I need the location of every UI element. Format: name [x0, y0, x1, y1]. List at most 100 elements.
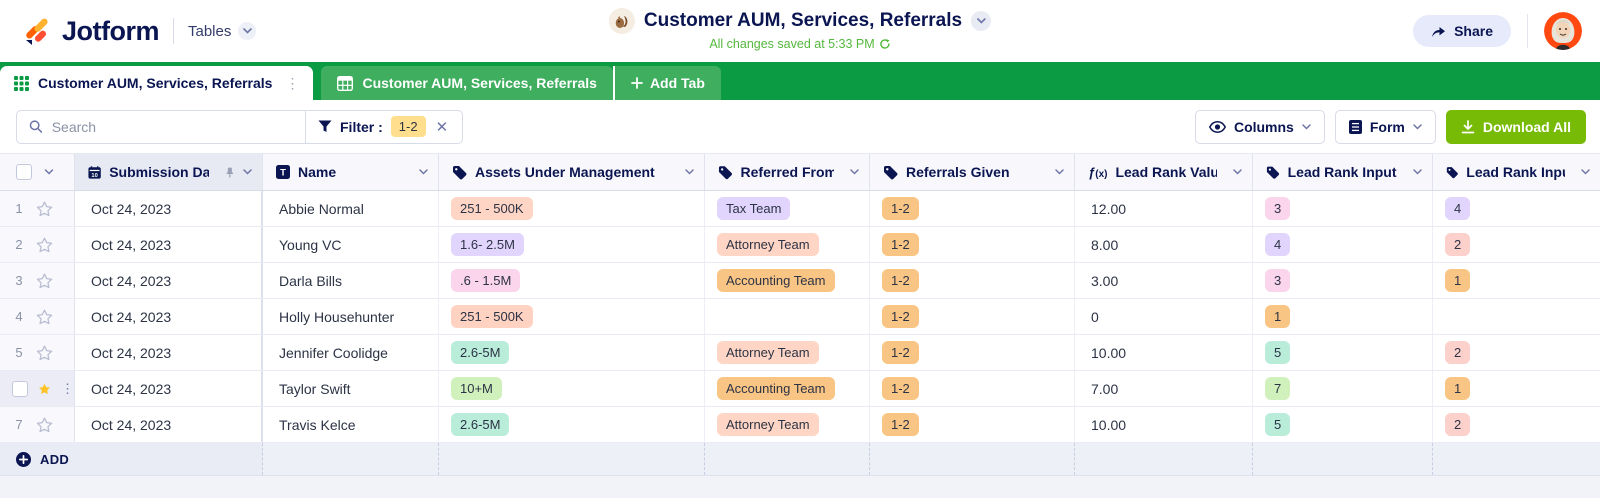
- row-handle[interactable]: 3 ⋮: [0, 263, 75, 298]
- tab-active[interactable]: Customer AUM, Services, Referrals ⋮: [0, 66, 313, 100]
- column-header-name[interactable]: T Name: [263, 154, 439, 190]
- cell-submission-date[interactable]: Oct 24, 2023: [75, 299, 263, 334]
- chevron-down-icon[interactable]: [243, 169, 252, 175]
- cell-aum[interactable]: 2.6-5M: [439, 407, 705, 442]
- chevron-down-icon[interactable]: [419, 169, 428, 175]
- tab-second[interactable]: Customer AUM, Services, Referrals: [321, 66, 612, 100]
- row-handle[interactable]: 4 ⋮: [0, 299, 75, 334]
- cell-submission-date[interactable]: Oct 24, 2023: [75, 263, 263, 298]
- cell-referrals-given[interactable]: 1-2: [870, 227, 1075, 262]
- cell-lead-rank-input-2[interactable]: 1: [1433, 263, 1600, 298]
- cell-aum[interactable]: .6 - 1.5M: [439, 263, 705, 298]
- star-filled-icon[interactable]: [38, 381, 51, 397]
- cell-lead-rank-value[interactable]: 10.00: [1075, 407, 1253, 442]
- refresh-icon[interactable]: [879, 38, 891, 50]
- columns-button[interactable]: Columns: [1195, 110, 1325, 144]
- cell-lead-rank-input-2[interactable]: 1: [1433, 371, 1600, 406]
- cell-submission-date[interactable]: Oct 24, 2023: [75, 335, 263, 370]
- cell-name[interactable]: Holly Househunter: [263, 299, 439, 334]
- cell-name[interactable]: Travis Kelce: [263, 407, 439, 442]
- cell-submission-date[interactable]: Oct 24, 2023: [75, 407, 263, 442]
- tab-kebab-icon[interactable]: ⋮: [281, 75, 303, 92]
- cell-referred-from[interactable]: Accounting Team: [705, 371, 870, 406]
- download-all-button[interactable]: Download All: [1446, 110, 1586, 144]
- cell-referred-from[interactable]: Attorney Team: [705, 227, 870, 262]
- add-row-button[interactable]: ADD: [0, 443, 263, 475]
- select-all-checkbox[interactable]: [16, 164, 32, 180]
- search-input[interactable]: [52, 119, 293, 135]
- cell-aum[interactable]: 10+M: [439, 371, 705, 406]
- cell-referred-from[interactable]: Accounting Team: [705, 263, 870, 298]
- cell-lead-rank-input-1[interactable]: 3: [1253, 263, 1433, 298]
- row-kebab-icon[interactable]: ⋮: [61, 381, 74, 397]
- cell-referred-from[interactable]: [705, 299, 870, 334]
- cell-referrals-given[interactable]: 1-2: [870, 407, 1075, 442]
- jotform-logo[interactable]: Jotform: [22, 16, 159, 47]
- row-handle[interactable]: 2 ⋮: [0, 227, 75, 262]
- cell-lead-rank-input-2[interactable]: 2: [1433, 227, 1600, 262]
- tables-menu-button[interactable]: Tables: [188, 22, 256, 40]
- add-tab-button[interactable]: Add Tab: [613, 66, 721, 100]
- chevron-down-icon[interactable]: [44, 169, 54, 175]
- column-header-assets-under-management[interactable]: Assets Under Management: [439, 154, 705, 190]
- cell-lead-rank-value[interactable]: 12.00: [1075, 191, 1253, 226]
- cell-lead-rank-input-1[interactable]: 4: [1253, 227, 1433, 262]
- star-icon[interactable]: [36, 237, 53, 253]
- cell-lead-rank-input-2[interactable]: 2: [1433, 335, 1600, 370]
- cell-referred-from[interactable]: Tax Team: [705, 191, 870, 226]
- row-handle[interactable]: 7 ⋮: [0, 407, 75, 442]
- form-button[interactable]: Form: [1335, 110, 1436, 144]
- row-handle[interactable]: 1 ⋮: [0, 191, 75, 226]
- table-row[interactable]: 5 ⋮ Oct 24, 2023 Jennifer Coolidge 2.6-5…: [0, 335, 1600, 371]
- table-row[interactable]: 6 ⋮ Oct 24, 2023 Taylor Swift 10+M Accou…: [0, 371, 1600, 407]
- chevron-down-icon[interactable]: [850, 169, 859, 175]
- cell-lead-rank-value[interactable]: 7.00: [1075, 371, 1253, 406]
- cell-lead-rank-value[interactable]: 8.00: [1075, 227, 1253, 262]
- star-icon[interactable]: [36, 417, 53, 433]
- cell-lead-rank-input-2[interactable]: [1433, 299, 1600, 334]
- row-checkbox[interactable]: [12, 381, 28, 397]
- star-icon[interactable]: [36, 309, 53, 325]
- table-row[interactable]: 7 ⋮ Oct 24, 2023 Travis Kelce 2.6-5M Att…: [0, 407, 1600, 443]
- row-handle[interactable]: 6 ⋮: [0, 371, 75, 406]
- cell-lead-rank-input-1[interactable]: 3: [1253, 191, 1433, 226]
- cell-lead-rank-input-1[interactable]: 5: [1253, 335, 1433, 370]
- pin-icon[interactable]: [225, 166, 235, 179]
- cell-referrals-given[interactable]: 1-2: [870, 263, 1075, 298]
- column-header-lead-rank-value[interactable]: ƒ(x) Lead Rank Value: [1075, 154, 1253, 190]
- cell-lead-rank-input-2[interactable]: 4: [1433, 191, 1600, 226]
- cell-referred-from[interactable]: Attorney Team: [705, 335, 870, 370]
- row-handle[interactable]: 5 ⋮: [0, 335, 75, 370]
- cell-lead-rank-value[interactable]: 10.00: [1075, 335, 1253, 370]
- title-chevron-down-icon[interactable]: [971, 11, 991, 31]
- chevron-down-icon[interactable]: [685, 169, 694, 175]
- cell-name[interactable]: Jennifer Coolidge: [263, 335, 439, 370]
- cell-referrals-given[interactable]: 1-2: [870, 299, 1075, 334]
- avatar[interactable]: [1544, 12, 1582, 50]
- column-header-referrals-given[interactable]: Referrals Given: [870, 154, 1075, 190]
- chevron-down-icon[interactable]: [1055, 169, 1064, 175]
- table-row[interactable]: 4 ⋮ Oct 24, 2023 Holly Househunter 251 -…: [0, 299, 1600, 335]
- cell-submission-date[interactable]: Oct 24, 2023: [75, 371, 263, 406]
- column-header-lead-rank-input-1[interactable]: Lead Rank Input 1: [1253, 154, 1433, 190]
- cell-lead-rank-input-1[interactable]: 1: [1253, 299, 1433, 334]
- cell-aum[interactable]: 251 - 500K: [439, 299, 705, 334]
- cell-lead-rank-input-2[interactable]: 2: [1433, 407, 1600, 442]
- filter-chip[interactable]: Filter : 1-2 ✕: [305, 111, 462, 143]
- share-button[interactable]: Share: [1413, 15, 1511, 47]
- table-row[interactable]: 1 ⋮ Oct 24, 2023 Abbie Normal 251 - 500K…: [0, 191, 1600, 227]
- star-icon[interactable]: [36, 273, 53, 289]
- cell-name[interactable]: Young VC: [263, 227, 439, 262]
- cell-referred-from[interactable]: Attorney Team: [705, 407, 870, 442]
- cell-name[interactable]: Darla Bills: [263, 263, 439, 298]
- cell-submission-date[interactable]: Oct 24, 2023: [75, 191, 263, 226]
- filter-clear-icon[interactable]: ✕: [434, 118, 451, 136]
- cell-name[interactable]: Abbie Normal: [263, 191, 439, 226]
- cell-aum[interactable]: 251 - 500K: [439, 191, 705, 226]
- cell-referrals-given[interactable]: 1-2: [870, 191, 1075, 226]
- chevron-down-icon[interactable]: [1233, 169, 1242, 175]
- cell-lead-rank-value[interactable]: 3.00: [1075, 263, 1253, 298]
- column-header-referred-from[interactable]: Referred From: [705, 154, 870, 190]
- star-icon[interactable]: [36, 345, 53, 361]
- cell-lead-rank-input-1[interactable]: 5: [1253, 407, 1433, 442]
